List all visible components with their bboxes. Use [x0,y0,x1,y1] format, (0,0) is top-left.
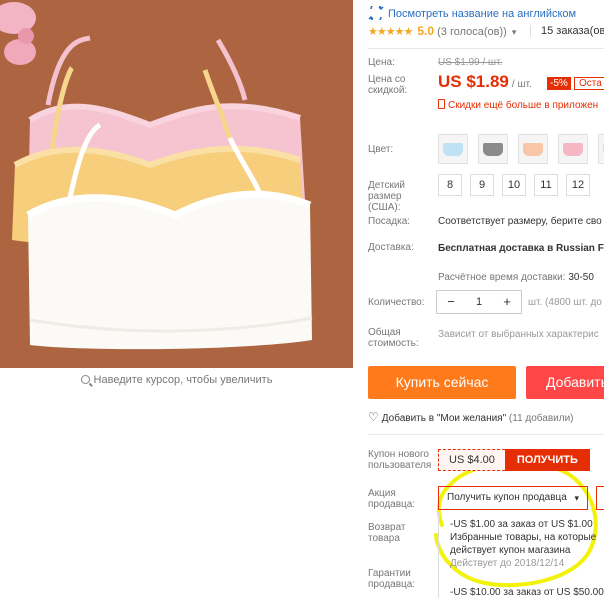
coupon-deal-desc-2: действует купон магазина [450,545,571,556]
divider [368,48,604,49]
get-coupon-button[interactable]: ПОЛУЧИТЬ [504,449,590,471]
price-label: Цена: [368,57,395,68]
original-price: US $1.99 / шт. [438,57,503,68]
orders-count: 15 заказа(ов) [530,25,604,37]
translate-link-text[interactable]: Посмотреть название на английском [388,8,576,20]
product-image[interactable] [0,0,353,368]
color-label: Цвет: [368,144,394,155]
color-swatch-pink[interactable] [558,134,589,164]
coupon-deal-1[interactable]: -US $1.00 за заказ от US $1.00 Избранные… [450,518,596,570]
discounted-price: US $1.89/ шт. [438,72,532,92]
size-options: 8 9 10 11 12 [438,174,598,196]
rating-summary[interactable]: ★★★★★ 5.0 (3 голоса(ов)) ▾ [368,24,516,38]
size-option[interactable]: 11 [534,174,558,196]
add-to-cart-button[interactable]: Добавить [526,366,604,399]
fit-label: Посадка: [368,216,411,227]
color-swatches [438,134,604,164]
color-swatch-white[interactable] [598,134,604,164]
discount-badge: -5% [547,77,571,90]
shipping-label: Доставка: [368,242,414,253]
seller-coupon-edge [596,486,604,510]
quantity-stepper[interactable]: − 1 + [436,290,522,314]
size-option[interactable]: 8 [438,174,462,196]
delivery-time: Расчётное время доставки: 30-50 [438,272,594,283]
app-promo-link[interactable]: Скидки ещё больше в приложен [438,99,598,111]
rating-votes: (3 голоса(ов)) [437,26,507,38]
coupon-deal-2[interactable]: -US $10.00 за заказ от US $50.00 [450,586,604,598]
quantity-input[interactable]: 1 [465,291,493,313]
seller-coupon-dropdown[interactable]: Получить купон продавца [438,486,588,510]
magnifier-icon [80,375,90,384]
zoom-hint-text: Наведите курсор, чтобы увеличить [93,374,273,386]
coupon-deal-desc-1: Избранные товары, на которые [450,532,597,543]
size-label: Детский размер (США): [368,180,406,213]
color-swatch-light-blue[interactable] [438,134,468,164]
stock-available: шт. (4800 шт. до [528,297,602,308]
translate-title-link[interactable]: Посмотреть название на английском [368,6,576,20]
phone-icon [438,99,445,109]
new-user-coupon: US $4.00 ПОЛУЧИТЬ [438,449,590,471]
new-user-coupon-label: Купон нового пользователя [368,449,432,471]
shipping-method[interactable]: Бесплатная доставка в Russian Fe Mail [438,242,604,255]
translate-icon [368,6,384,20]
product-info-panel: Посмотреть название на английском ★★★★★ … [368,0,604,598]
total-label: Общая стоимость: [368,327,419,349]
wishlist-label[interactable]: Добавить в "Мои желания" [382,413,506,424]
fit-value: Соответствует размеру, берите сво [438,216,602,227]
product-photo-illustration [0,0,353,368]
coupon-deal-expiry: Действует до 2018/12/14 [450,558,565,569]
wishlist-count: (11 добавили) [508,413,574,424]
delivery-time-value: 30-50 [568,272,594,283]
price-unit: / шт. [511,79,532,90]
heart-icon: ♡ [368,410,379,424]
return-label: Возврат товара [368,522,406,544]
color-swatch-peach[interactable] [518,134,549,164]
coupon-amount: US $4.00 [438,449,505,471]
rating-score: 5.0 [417,24,435,38]
size-option[interactable]: 12 [566,174,590,196]
remaining-time-badge: Оста [574,77,604,90]
star-rating-icon: ★★★★★ [368,26,413,38]
app-promo-text[interactable]: Скидки ещё больше в приложен [448,100,598,111]
guarantee-label: Гарантии продавца: [368,568,416,590]
quantity-decrease-button[interactable]: − [437,291,465,313]
size-option[interactable]: 10 [502,174,526,196]
seller-promo-label: Акция продавца: [368,488,416,510]
discount-price-label: Цена со скидкой: [368,74,408,96]
coupon-deal-amount: -US $1.00 за заказ от US $1.00 [450,519,593,530]
chevron-down-icon: ▾ [511,27,517,37]
delivery-time-label: Расчётное время доставки: [438,272,566,283]
divider [368,434,604,435]
zoom-hint: Наведите курсор, чтобы увеличить [0,374,353,386]
size-option[interactable]: 9 [470,174,494,196]
color-swatch-gray[interactable] [478,134,509,164]
buy-now-button[interactable]: Купить сейчас [368,366,516,399]
total-value: Зависит от выбранных характерис [438,329,599,340]
quantity-label: Количество: [368,297,425,308]
add-to-wishlist-link[interactable]: ♡ Добавить в "Мои желания" (11 добавили) [368,410,574,424]
price-value: US $1.89 [438,72,509,91]
quantity-increase-button[interactable]: + [493,291,521,313]
